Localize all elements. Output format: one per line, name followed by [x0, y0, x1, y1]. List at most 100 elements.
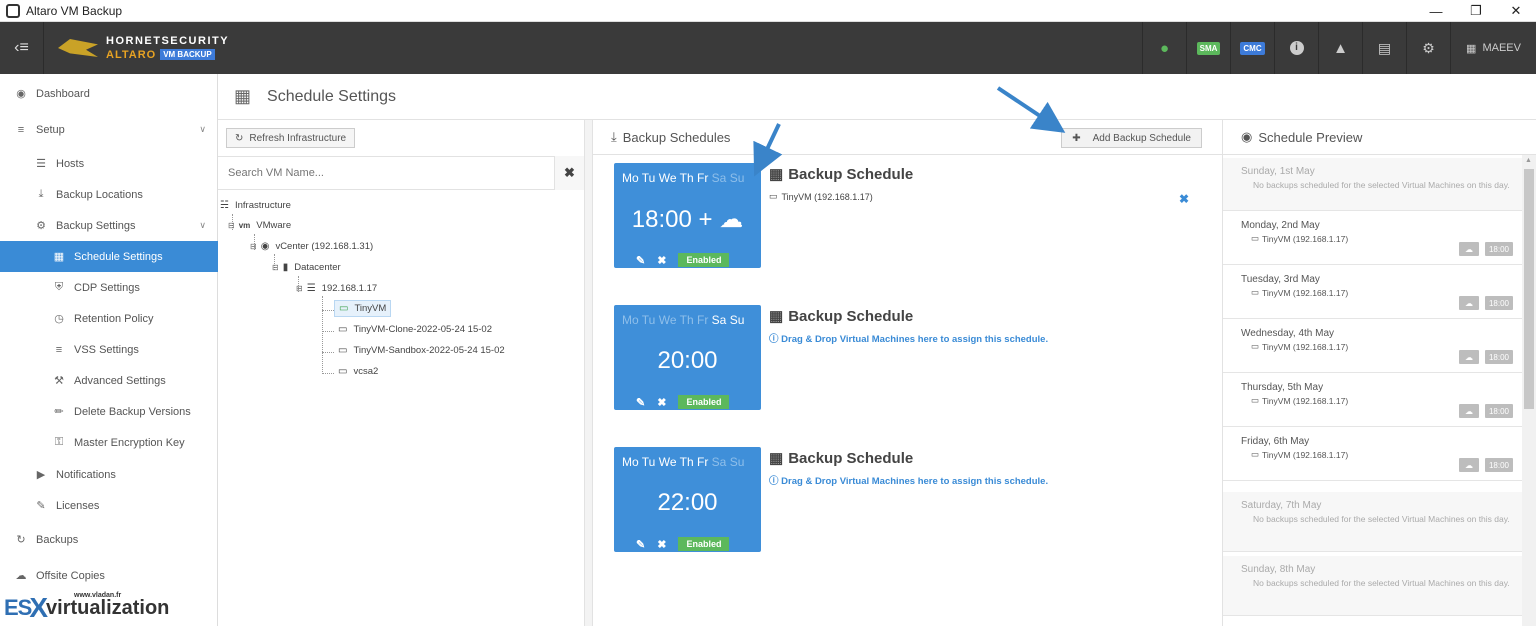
sidebar-item-retention-policy[interactable]: ◷ Retention Policy [0, 303, 218, 334]
remove-vm-icon[interactable]: ✖ [1179, 192, 1189, 206]
status-badge[interactable]: Enabled [678, 537, 730, 551]
scroll-up-icon[interactable]: ▲ [1525, 157, 1532, 164]
edit-schedule-icon[interactable]: ✎ [636, 538, 645, 551]
preview-scrollbar[interactable]: ▲ [1522, 155, 1536, 626]
sidebar-item-backup-settings[interactable]: ⚙ Backup Settings ∨ [0, 210, 218, 241]
sliders-icon: ≡ [17, 123, 25, 136]
day-label: Fr [696, 313, 709, 327]
info-icon[interactable]: i [1274, 22, 1318, 74]
monitor-icon: ▭ [338, 345, 348, 356]
status-badge[interactable]: Enabled [678, 253, 730, 267]
search-vm-input[interactable] [218, 157, 554, 189]
preview-vm: TinyVM (192.168.1.17) [1262, 233, 1349, 244]
edit-schedule-icon[interactable]: ✎ [636, 396, 645, 409]
collapse-icon: ⊟ [250, 242, 257, 251]
tree-node-vm-clone[interactable]: ▭ TinyVM-Clone-2022-05-24 15-02 [338, 324, 492, 335]
sidebar-item-label: Offsite Copies [36, 569, 105, 582]
sidebar-item-backup-locations[interactable]: ⤓ Backup Locations [0, 179, 218, 210]
minimize-button[interactable]: — [1416, 0, 1456, 22]
brand-name: ALTARO [106, 48, 157, 61]
delete-schedule-icon[interactable]: ✖ [657, 254, 666, 267]
day-label: Sa [711, 313, 727, 327]
brand-logo: HORNETSECURITY ALTARO VM BACKUP [58, 35, 229, 61]
monitor-icon: ▭ [339, 303, 349, 314]
sma-button[interactable]: SMA [1186, 22, 1230, 74]
preview-day: Monday, 2nd May ▭ TinyVM (192.168.1.17) ☁… [1223, 212, 1523, 265]
sidebar-item-dashboard[interactable]: ◉ Dashboard [0, 78, 218, 109]
schedule-dropzone[interactable]: ▦ Backup Schedule ⓘ Drag & Drop Virtual M… [769, 449, 1048, 488]
cmc-button[interactable]: CMC [1230, 22, 1274, 74]
day-label: Fr [696, 171, 709, 185]
pane-splitter[interactable] [585, 120, 593, 626]
sidebar-item-vss-settings[interactable]: ≡ VSS Settings [0, 334, 218, 365]
watermark-virtualization: virtualization [46, 596, 170, 619]
menu-toggle-icon[interactable]: ‹≡ [0, 22, 44, 74]
warning-icon[interactable]: ▲ [1318, 22, 1362, 74]
schedule-card[interactable]: Mo Tu We Th Fr Sa Su 22:00 ✎ ✖ Enabled [614, 447, 761, 552]
tree-node-label: TinyVM-Clone-2022-05-24 15-02 [353, 324, 492, 335]
sidebar-item-label: CDP Settings [74, 281, 140, 294]
backup-schedules-title: Backup Schedules [622, 129, 731, 145]
schedule-card[interactable]: Mo Tu We Th Fr Sa Su 20:00 ✎ ✖ Enabled [614, 305, 761, 410]
tree-node-label: Infrastructure [234, 200, 291, 211]
preview-note: No backups scheduled for the selected Vi… [1253, 578, 1510, 588]
delete-schedule-icon[interactable]: ✖ [657, 538, 666, 551]
user-menu[interactable]: ▦ MAEEV [1450, 22, 1536, 74]
schedule-dropzone[interactable]: ▦ Backup Schedule ▭ TinyVM (192.168.1.17) [769, 165, 913, 202]
schedule-days: Mo Tu We Th Fr Sa Su [622, 455, 744, 469]
clear-search-icon[interactable]: ✖ [554, 156, 584, 190]
tree-node-label: Datacenter [294, 262, 341, 273]
tree-node-vcenter[interactable]: ⊟ ◉ vCenter (192.168.1.31) [250, 241, 373, 252]
schedule-card[interactable]: Mo Tu We Th Fr Sa Su 18:00 + ☁ ✎ ✖ Enabl… [614, 163, 761, 268]
sidebar-item-offsite-copies[interactable]: ☁ Offsite Copies [0, 560, 218, 591]
sidebar-item-master-encryption-key[interactable]: ⚿ Master Encryption Key [0, 427, 218, 458]
tree-node-vm-tinyvm[interactable]: ▭ TinyVM [334, 300, 392, 317]
add-backup-schedule-button[interactable]: ✚ Add Backup Schedule [1061, 128, 1202, 148]
tree-node-infrastructure[interactable]: ☵ Infrastructure [220, 200, 291, 211]
preview-date: Thursday, 5th May [1241, 382, 1324, 393]
sidebar-item-label: Backup Locations [56, 188, 143, 201]
tree-node-vm-vcsa2[interactable]: ▭ vcsa2 [338, 366, 378, 377]
server-icon[interactable]: ▤ [1362, 22, 1406, 74]
status-badge[interactable]: Enabled [678, 395, 730, 409]
sidebar-item-label: Schedule Settings [74, 250, 163, 263]
sidebar-item-licenses[interactable]: ✎ Licenses [0, 490, 218, 521]
preview-note: No backups scheduled for the selected Vi… [1253, 514, 1510, 524]
tree-node-vmware[interactable]: ⊟ vm VMware [228, 220, 291, 231]
list-icon: ☰ [36, 158, 46, 170]
scrollbar-thumb[interactable] [1524, 169, 1534, 409]
chevron-down-icon: ∨ [199, 124, 206, 134]
delete-schedule-icon[interactable]: ✖ [657, 396, 666, 409]
tree-node-vm-sandbox[interactable]: ▭ TinyVM-Sandbox-2022-05-24 15-02 [338, 345, 505, 356]
tree-node-host[interactable]: ⊟ ☰ 192.168.1.17 [296, 283, 377, 294]
tree-node-label: TinyVM-Sandbox-2022-05-24 15-02 [353, 345, 505, 356]
chat-icon[interactable]: ● [1142, 22, 1186, 74]
edit-schedule-icon[interactable]: ✎ [636, 254, 645, 267]
close-button[interactable]: ✕ [1496, 0, 1536, 22]
refresh-infrastructure-button[interactable]: ↻ Refresh Infrastructure [226, 128, 356, 148]
schedule-dropzone[interactable]: ▦ Backup Schedule ⓘ Drag & Drop Virtual M… [769, 307, 1048, 346]
refresh-label: Refresh Infrastructure [249, 132, 347, 144]
cloud-icon: ☁ [1458, 242, 1479, 256]
sidebar-item-cdp-settings[interactable]: ⛨ CDP Settings [0, 272, 218, 303]
tree-node-datacenter[interactable]: ⊟ ▮ Datacenter [272, 262, 341, 273]
info-circle-icon: ⓘ [769, 334, 779, 345]
sidebar-item-setup[interactable]: ≡ Setup ∨ [0, 114, 218, 145]
sidebar-item-label: Master Encryption Key [74, 436, 185, 449]
sidebar-item-backups[interactable]: ↻ Backups [0, 524, 218, 555]
settings-gears-icon[interactable]: ⚙ [1406, 22, 1450, 74]
sidebar-item-delete-backup-versions[interactable]: ✏ Delete Backup Versions [0, 396, 218, 427]
preview-date: Tuesday, 3rd May [1241, 274, 1320, 285]
sidebar-item-label: Backup Settings [56, 219, 136, 232]
maximize-button[interactable]: ❐ [1456, 0, 1496, 22]
sidebar-item-advanced-settings[interactable]: ⚒ Advanced Settings [0, 365, 218, 396]
watermark-url: www.vladan.fr [74, 592, 122, 599]
sidebar-item-schedule-settings[interactable]: ▦ Schedule Settings [0, 241, 218, 272]
sidebar-item-label: Backups [36, 533, 79, 546]
tree-node-label: vCenter (192.168.1.31) [275, 241, 374, 252]
sidebar-item-notifications[interactable]: ▶ Notifications [0, 459, 218, 490]
collapse-icon: ⊟ [272, 263, 279, 272]
watermark-logo: ES X virtualization www.vladan.fr [4, 590, 169, 626]
refresh-icon: ↻ [235, 132, 244, 144]
sidebar-item-hosts[interactable]: ☰ Hosts [0, 148, 218, 179]
